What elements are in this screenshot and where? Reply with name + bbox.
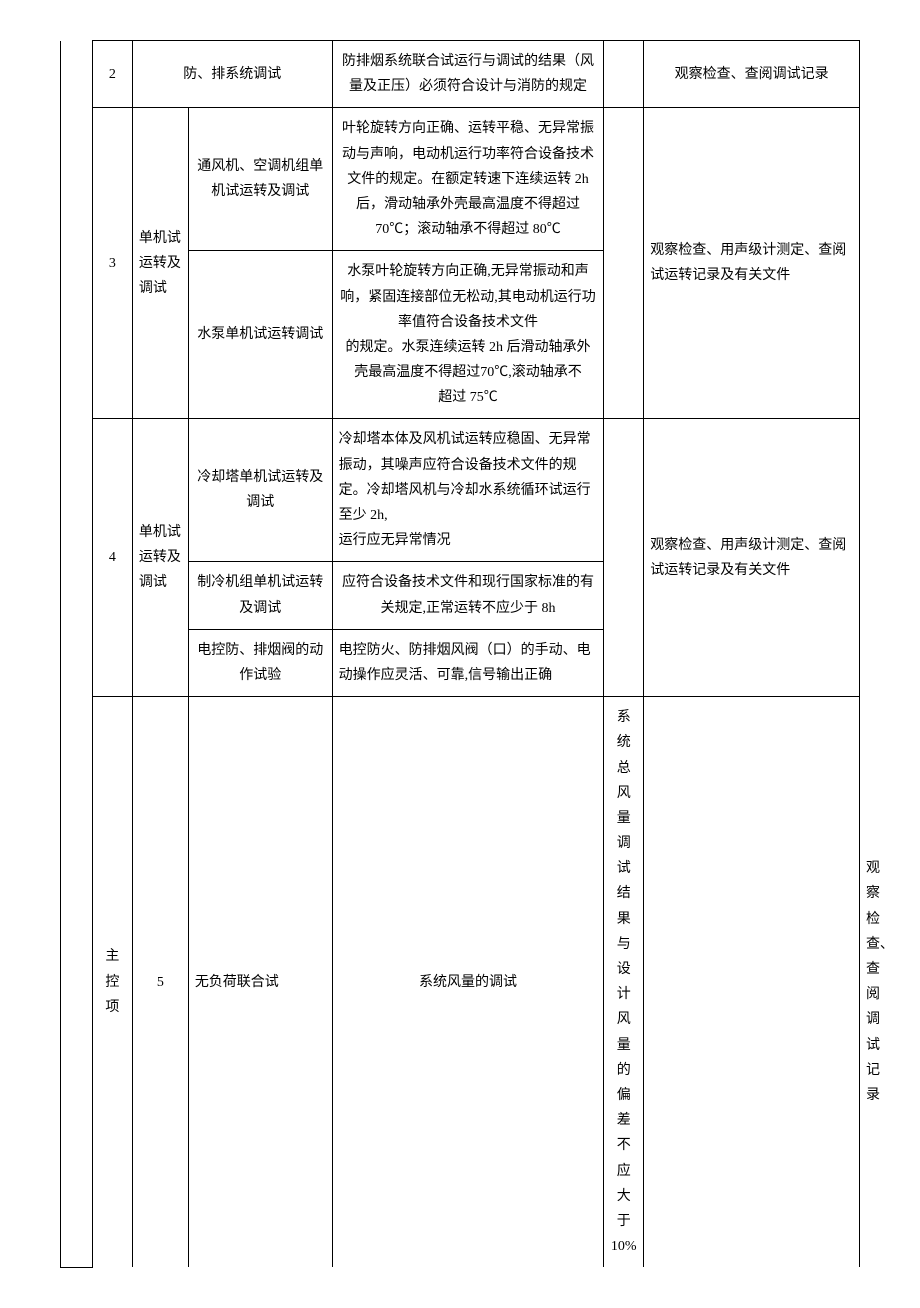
- subitem-name: 制冷机组单机试运转及调试: [188, 562, 332, 629]
- section-cell: 主控项: [92, 697, 132, 1268]
- subitem-name: 电控防、排烟阀的动作试验: [188, 629, 332, 696]
- table-row: 4 单机试运转及调试 冷却塔单机试运转及调试 冷却塔本体及风机试运转应稳固、无异…: [61, 419, 860, 562]
- category-cell: 单机试运转及调试: [132, 108, 188, 419]
- spec-cell: 系统总风量调试结果与设计风量的偏差不应大于 10%: [604, 697, 644, 1268]
- spec-cell: 叶轮旋转方向正确、运转平稳、无异常振动与声响，电动机运行功率符合设备技术文件的规…: [332, 108, 604, 251]
- table-row: 3 单机试运转及调试 通风机、空调机组单机试运转及调试 叶轮旋转方向正确、运转平…: [61, 108, 860, 251]
- spec-cell: 冷却塔本体及风机试运转应稳固、无异常振动，其噪声应符合设备技术文件的规定。冷却塔…: [332, 419, 604, 562]
- subitem-name: 系统风量的调试: [332, 697, 604, 1268]
- subitem-name: 通风机、空调机组单机试运转及调试: [188, 108, 332, 251]
- category-label: 单机试运转及调试: [139, 525, 181, 590]
- blank-cell: [604, 419, 644, 697]
- test-name: 防、排系统调试: [132, 41, 332, 108]
- method-cell: 观察检查、用声级计测定、查阅试运转记录及有关文件: [644, 108, 860, 419]
- spec-cell: 电控防火、防排烟风阀（口）的手动、电动操作应灵活、可靠,信号输出正确: [332, 629, 604, 696]
- table-row: 主控项 5 无负荷联合试 系统风量的调试 系统总风量调试结果与设计风量的偏差不应…: [61, 697, 860, 1268]
- spec-cell: 应符合设备技术文件和现行国家标准的有关规定,正常运转不应少于 8h: [332, 562, 604, 629]
- row-number: 4: [92, 419, 132, 697]
- blank-cell: [604, 41, 644, 108]
- subitem-name: 水泵单机试运转调试: [188, 251, 332, 419]
- section-cell-empty: [61, 41, 93, 1268]
- spec-cell: 防排烟系统联合试运行与调试的结果（风量及正压）必须符合设计与消防的规定: [332, 41, 604, 108]
- category-label: 无负荷联合试: [195, 975, 279, 990]
- category-cell: 单机试运转及调试: [132, 419, 188, 697]
- blank-cell: [644, 697, 860, 1268]
- category-label: 单机试运转及调试: [139, 231, 181, 296]
- category-cell: 无负荷联合试: [188, 697, 332, 1268]
- row-number: 2: [92, 41, 132, 108]
- row-number: 5: [132, 697, 188, 1268]
- spec-cell: 水泵叶轮旋转方向正确,无异常振动和声响，紧固连接部位无松动,其电动机运行功率值符…: [332, 251, 604, 419]
- method-cell: 观察检查、查阅调试记录: [644, 41, 860, 108]
- subitem-name: 冷却塔单机试运转及调试: [188, 419, 332, 562]
- table-row: 2 防、排系统调试 防排烟系统联合试运行与调试的结果（风量及正压）必须符合设计与…: [61, 41, 860, 108]
- blank-cell: [604, 108, 644, 419]
- inspection-table: 2 防、排系统调试 防排烟系统联合试运行与调试的结果（风量及正压）必须符合设计与…: [60, 40, 860, 1268]
- method-cell: 观察检查、用声级计测定、查阅试运转记录及有关文件: [644, 419, 860, 697]
- row-number: 3: [92, 108, 132, 419]
